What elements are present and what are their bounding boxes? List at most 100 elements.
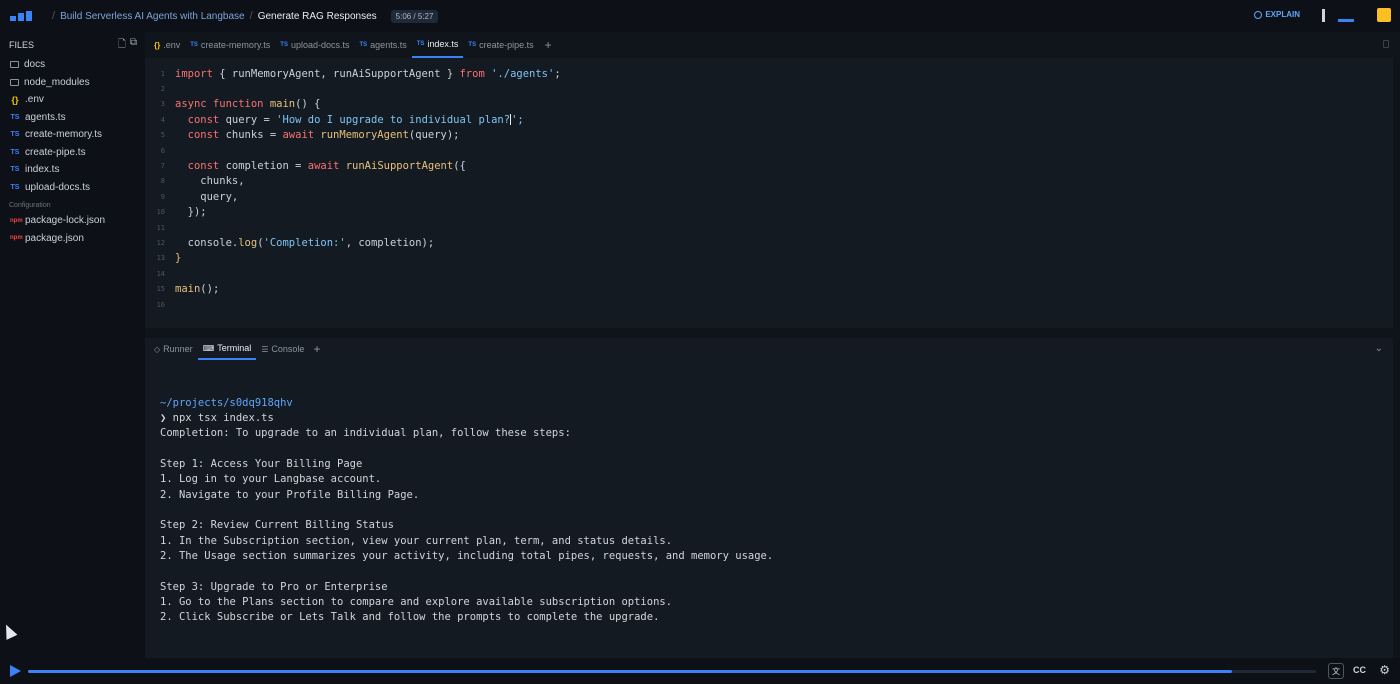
- ts-icon: TS: [280, 42, 288, 48]
- tab-create-pipe[interactable]: TS create-pipe.ts: [463, 32, 538, 58]
- code-line: 14: [145, 266, 561, 281]
- file-item-agents[interactable]: TS agents.ts: [0, 109, 145, 127]
- file-item-env[interactable]: {} .env: [0, 91, 145, 109]
- file-item-index[interactable]: TS index.ts: [0, 161, 145, 179]
- code-token: ';: [511, 113, 524, 126]
- editor-minimap-icon[interactable]: [1383, 40, 1389, 48]
- code-token: from: [459, 67, 485, 80]
- line-number: 9: [160, 192, 165, 201]
- code-token: const: [175, 160, 220, 173]
- file-explorer-header: FILES 🗋 ⧉: [0, 37, 145, 54]
- chevron-down-icon[interactable]: ⌄: [1375, 343, 1383, 354]
- file-item-create-memory[interactable]: TS create-memory.ts: [0, 126, 145, 144]
- runner-icon: ◇: [154, 344, 161, 354]
- new-file-icon[interactable]: 🗋: [118, 37, 126, 54]
- line-number: 5: [160, 131, 165, 140]
- code-token: }: [175, 252, 182, 265]
- tab-label: Console: [271, 344, 305, 354]
- terminal-line: Step 1: Access Your Billing Page: [160, 458, 363, 471]
- play-icon[interactable]: [10, 665, 21, 677]
- translate-icon[interactable]: 文: [1328, 663, 1344, 679]
- ts-icon: TS: [10, 113, 20, 121]
- code-token: async: [175, 98, 207, 111]
- code-token: runAiSupportAgent: [339, 160, 454, 173]
- breadcrumb-separator: /: [52, 10, 56, 22]
- tab-label: agents.ts: [370, 40, 407, 50]
- file-item-label: create-pipe.ts: [25, 146, 86, 158]
- terminal-line: 2. The Usage section summarizes your act…: [160, 550, 774, 563]
- ts-icon: TS: [10, 166, 20, 174]
- layout-toggle-icon[interactable]: [1338, 12, 1354, 22]
- console-icon: ☰: [261, 344, 269, 354]
- gear-icon[interactable]: ⚙: [1379, 663, 1390, 677]
- code-line: 13 }: [145, 251, 561, 266]
- ts-icon: TS: [10, 131, 20, 139]
- progress-bar-fill: [28, 670, 1233, 673]
- add-panel-icon[interactable]: +: [313, 342, 320, 356]
- code-token: { runMemoryAgent, runAiSupportAgent }: [212, 67, 460, 80]
- breadcrumb-lesson: Generate RAG Responses: [257, 10, 377, 22]
- file-item-create-pipe[interactable]: TS create-pipe.ts: [0, 144, 145, 162]
- code-token: const: [175, 129, 220, 142]
- tab-env[interactable]: {} .env: [149, 32, 185, 58]
- progress-bar[interactable]: [28, 670, 1316, 673]
- top-bar: / Build Serverless AI Agents with Langba…: [0, 0, 1400, 32]
- line-number: 8: [160, 177, 165, 186]
- terminal-output[interactable]: ~/projects/s0dq918qhv ❯ npx tsx index.ts…: [160, 395, 773, 625]
- file-item-label: index.ts: [25, 164, 60, 176]
- panel-tabs: ◇ Runner ⌨ Terminal ☰ Console +: [145, 338, 1393, 360]
- notes-icon[interactable]: [1377, 8, 1391, 22]
- file-item-package-json[interactable]: npm package.json: [0, 230, 145, 248]
- captions-button[interactable]: CC: [1353, 665, 1366, 675]
- tab-agents[interactable]: TS agents.ts: [355, 32, 412, 58]
- code-line: 10 });: [145, 205, 561, 220]
- code-editor: {} .env TS create-memory.ts TS upload-do…: [145, 32, 1393, 328]
- code-token: , completion);: [345, 236, 435, 249]
- ts-icon: TS: [10, 148, 20, 156]
- code-line: 9 query,: [145, 189, 561, 204]
- tab-console[interactable]: ☰ Console: [256, 338, 309, 360]
- terminal-line: 2. Navigate to your Profile Billing Page…: [160, 488, 420, 501]
- code-token: log: [238, 236, 258, 249]
- code-line: 5 const chunks = await runMemoryAgent (qu…: [145, 128, 561, 143]
- file-item-upload-docs[interactable]: TS upload-docs.ts: [0, 179, 145, 197]
- tab-upload-docs[interactable]: TS upload-docs.ts: [275, 32, 354, 58]
- terminal-line: ~/projects/s0dq918qhv: [160, 396, 293, 409]
- editor-tabs: {} .env TS create-memory.ts TS upload-do…: [145, 32, 1393, 58]
- sidebar-toggle-icon[interactable]: [1322, 9, 1325, 22]
- add-tab-icon[interactable]: +: [545, 38, 552, 52]
- line-number: 16: [156, 300, 165, 309]
- code-line: 16: [145, 297, 561, 312]
- line-number: 1: [160, 69, 165, 78]
- line-number: 11: [156, 223, 165, 232]
- line-number: 3: [160, 100, 165, 109]
- terminal-line: 1. Log in to your Langbase account.: [160, 473, 382, 486]
- langbase-logo[interactable]: [10, 11, 32, 21]
- code-line: 2: [145, 81, 561, 96]
- code-token: main: [175, 283, 201, 296]
- tab-runner[interactable]: ◇ Runner: [149, 338, 198, 360]
- terminal-line: Step 3: Upgrade to Pro or Enterprise: [160, 580, 388, 593]
- tab-create-memory[interactable]: TS create-memory.ts: [185, 32, 275, 58]
- code-token: chunks =: [219, 129, 283, 142]
- code-token: './agents': [484, 67, 555, 80]
- code-token: import: [175, 67, 213, 80]
- tab-index[interactable]: TS index.ts: [411, 32, 464, 58]
- code-content[interactable]: 1 import { runMemoryAgent, runAiSupportA…: [145, 66, 561, 312]
- code-token: function: [206, 98, 264, 111]
- breadcrumb-course[interactable]: Build Serverless AI Agents with Langbase: [60, 11, 245, 22]
- code-line: 4 const query = 'How do I upgrade to ind…: [145, 112, 561, 127]
- file-item-docs[interactable]: docs: [0, 56, 145, 74]
- code-token: runMemoryAgent: [314, 129, 409, 142]
- env-icon: {}: [154, 40, 161, 50]
- explain-icon: [1254, 10, 1263, 19]
- file-item-package-lock[interactable]: npm package-lock.json: [0, 212, 145, 230]
- new-folder-icon[interactable]: ⧉: [130, 37, 137, 54]
- code-token: await: [307, 160, 340, 173]
- explain-button[interactable]: EXPLAIN: [1254, 10, 1300, 19]
- code-token: chunks,: [175, 175, 245, 188]
- terminal-line: Step 2: Review Current Billing Status: [160, 519, 394, 532]
- file-item-node-modules[interactable]: node_modules: [0, 74, 145, 92]
- tab-terminal[interactable]: ⌨ Terminal: [197, 338, 257, 360]
